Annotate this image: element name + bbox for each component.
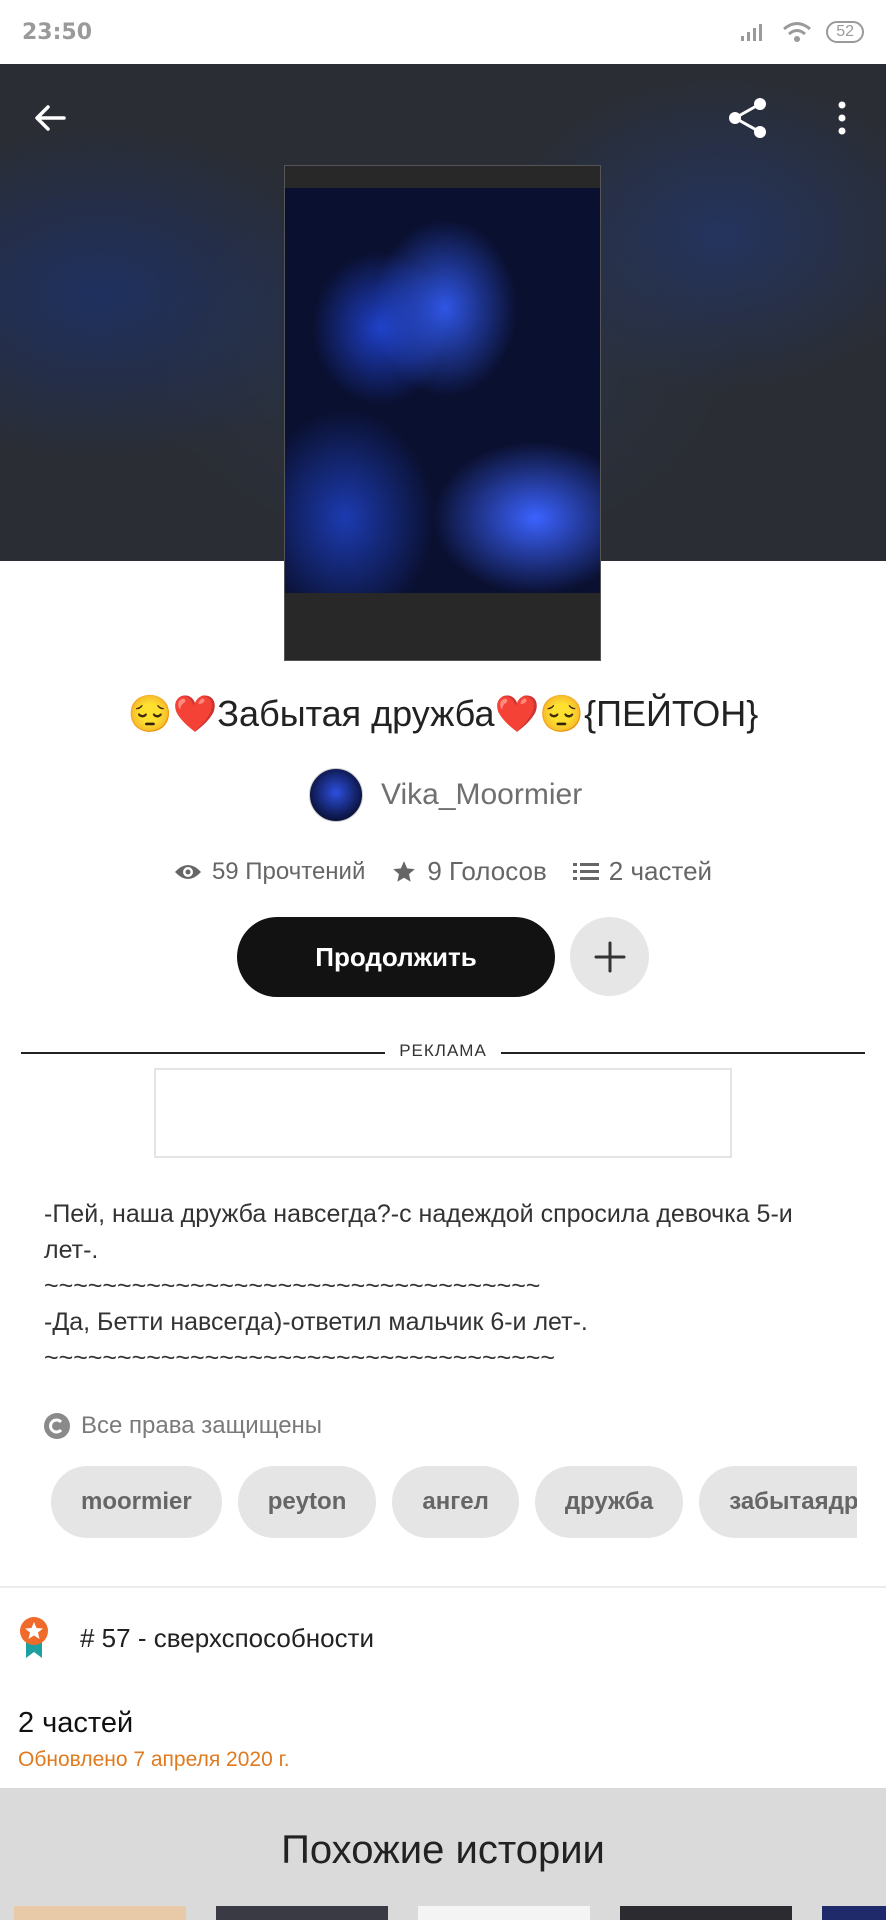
reads-count: 59 Прочтений [211,857,366,885]
description-line: -Пей, наша дружба навсегда?-с надеждой с… [44,1200,793,1264]
more-vertical-icon [838,101,846,135]
tag-chip[interactable]: moormier [51,1466,222,1538]
avatar [309,768,363,822]
similar-stories-section: Похожие истории [0,1788,886,1920]
ad-label: РЕКЛАМА [399,1041,487,1060]
description-line: -Да, Бетти навсегда)-ответил мальчик 6-и… [44,1308,588,1336]
list-icon [572,862,599,880]
tag-chip[interactable]: peyton [237,1466,377,1538]
description-line: ~~~~~~~~~~~~~~~~~~~~~~~~~~~~~~~~~~ [44,1272,541,1300]
parts-stat-count: 2 частей [608,856,713,886]
parts-stat: 2 частей [572,856,713,887]
ad-divider-left [21,1052,385,1054]
battery-indicator: 52 [826,21,864,43]
status-bar: 23:50 52 [0,0,886,64]
copyright-text: Все права защищены [81,1412,323,1439]
status-time: 23:50 [22,19,93,45]
similar-story-thumbnail[interactable] [418,1906,590,1920]
ad-slot[interactable] [154,1068,732,1158]
story-cover[interactable] [284,165,601,661]
similar-story-thumbnail[interactable] [216,1906,388,1920]
author-name: Vika_Moormier [381,778,583,811]
reads-stat: 59 Прочтений [174,858,365,886]
story-title: 😔❤️Забытая дружба❤️😔{ПЕЙТОН} [127,693,759,734]
signal-icon [741,24,763,41]
eye-icon [174,864,201,879]
similar-stories-title: Похожие истории [281,1828,605,1872]
share-icon [729,98,766,138]
continue-reading-button[interactable]: Продолжить [237,917,555,997]
similar-story-thumbnail[interactable] [620,1906,792,1920]
award-ribbon-icon [20,1617,48,1658]
star-icon [393,860,416,882]
votes-stat: 9 Голосов [391,856,547,887]
tag-chip[interactable]: забытаядр [699,1466,857,1538]
more-options-button[interactable] [814,90,870,146]
tag-chip[interactable]: ангел [392,1466,519,1538]
ranking-row[interactable]: # 57 - сверхспособности [18,1616,374,1660]
status-icons: 52 [740,21,864,43]
story-description: -Пей, наша дружба навсегда?-с надеждой с… [44,1196,844,1376]
copyright-notice: Все права защищены [43,1412,322,1440]
similar-stories-list [14,1906,886,1920]
back-button[interactable] [22,90,78,146]
ad-divider-right [501,1052,865,1054]
similar-story-thumbnail[interactable] [14,1906,186,1920]
wifi-icon [783,22,812,42]
section-divider [0,1586,886,1588]
updated-date: Обновлено 7 апреля 2020 г. [18,1748,290,1771]
plus-icon [594,941,625,972]
arrow-left-icon [35,105,66,131]
votes-count: 9 Голосов [427,856,547,886]
cover-photo [285,188,600,593]
parts-count[interactable]: 2 частей [18,1707,133,1740]
description-line: ~~~~~~~~~~~~~~~~~~~~~~~~~~~~~~~~~~~ [44,1344,555,1372]
ranking-text: # 57 - сверхспособности [80,1622,374,1653]
share-button[interactable] [720,90,776,146]
story-details-screen: 23:50 52 😔❤️Забытая дружба❤️😔{ПЕЙТОН} Vi… [0,0,886,1920]
copyright-icon [44,1413,70,1439]
add-to-library-button[interactable] [570,917,649,996]
tag-chip[interactable]: дружба [534,1466,684,1538]
story-stats: 59 Прочтений 9 Голосов 2 частей [0,856,886,887]
author-link[interactable]: Vika_Moormier [309,768,582,822]
tag-list: moormier peyton ангел дружба забытаядр [51,1466,857,1538]
similar-story-thumbnail[interactable] [822,1906,886,1920]
